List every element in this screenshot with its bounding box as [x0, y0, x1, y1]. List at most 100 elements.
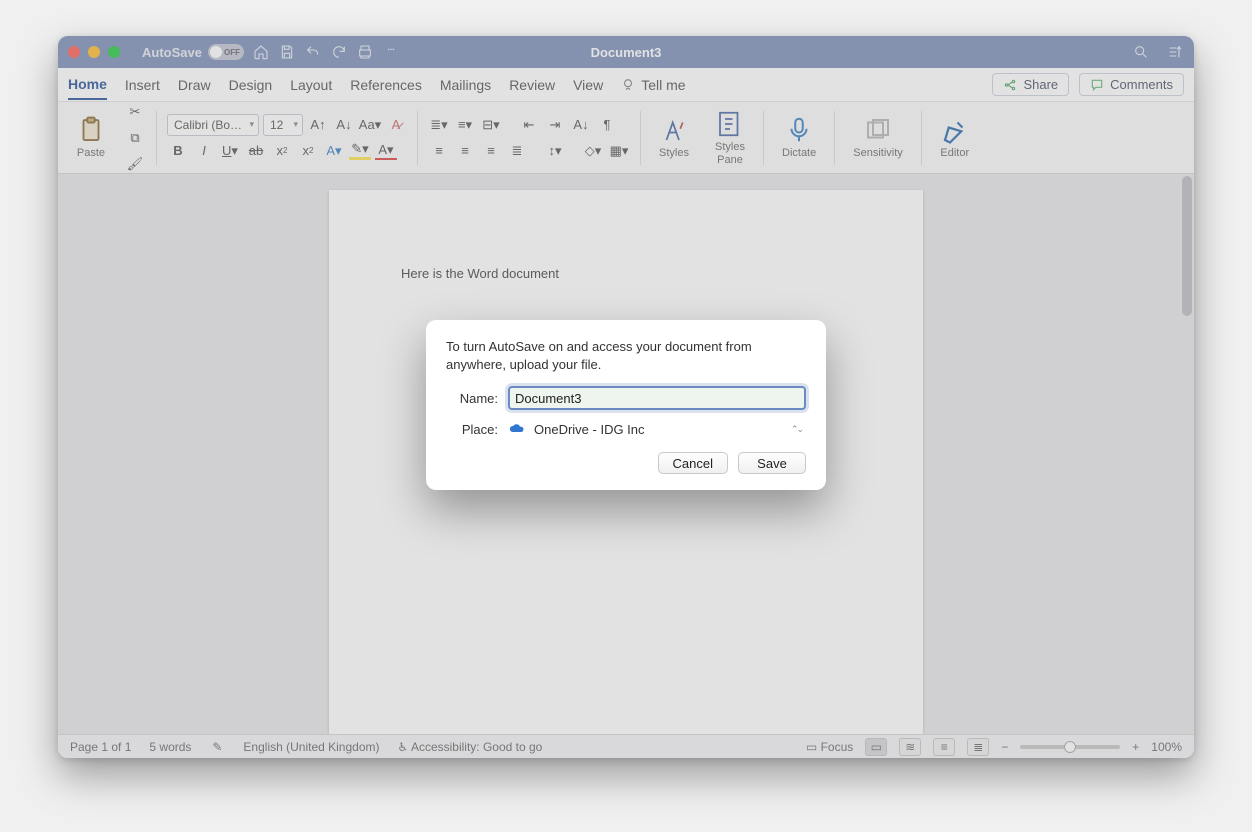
tell-me[interactable]: Tell me: [621, 77, 685, 93]
styles-pane-group[interactable]: Styles Pane: [707, 102, 753, 173]
numbering-icon[interactable]: ≡▾: [454, 114, 476, 136]
zoom-percent[interactable]: 100%: [1151, 740, 1182, 754]
name-label: Name:: [446, 391, 498, 406]
paragraph-group: ≣▾ ≡▾ ⊟▾ ⇤ ⇥ A↓ ¶ ≡ ≡ ≡ ≣ ↕▾ ◇▾ ▦▾: [428, 114, 630, 162]
tab-design[interactable]: Design: [229, 71, 273, 99]
redo-icon[interactable]: [330, 43, 348, 61]
save-button[interactable]: Save: [738, 452, 806, 474]
superscript-button[interactable]: x2: [297, 140, 319, 162]
bold-button[interactable]: B: [167, 140, 189, 162]
font-size-combo[interactable]: 12: [263, 114, 303, 136]
outline-view-icon[interactable]: ≡: [933, 738, 955, 756]
tab-insert[interactable]: Insert: [125, 71, 160, 99]
dialog-message: To turn AutoSave on and access your docu…: [446, 338, 806, 374]
justify-icon[interactable]: ≣: [506, 140, 528, 162]
accessibility-icon: ♿︎: [398, 740, 409, 754]
share-button[interactable]: Share: [992, 73, 1069, 96]
minimize-window-button[interactable]: [88, 46, 100, 58]
autosave-switch[interactable]: OFF: [208, 44, 244, 60]
tab-references[interactable]: References: [350, 71, 422, 99]
tab-home[interactable]: Home: [68, 70, 107, 100]
paste-label: Paste: [77, 147, 105, 159]
tab-review[interactable]: Review: [509, 71, 555, 99]
zoom-in-icon[interactable]: +: [1132, 740, 1139, 754]
editor-group[interactable]: Editor: [932, 102, 978, 173]
borders-icon[interactable]: ▦▾: [608, 140, 630, 162]
font-name-combo[interactable]: Calibri (Bo…: [167, 114, 259, 136]
vertical-scrollbar[interactable]: [1182, 176, 1192, 316]
ribbon-options-icon[interactable]: [1166, 43, 1184, 61]
sensitivity-label: Sensitivity: [853, 147, 903, 159]
home-icon[interactable]: [252, 43, 270, 61]
spellcheck-icon[interactable]: ✎: [209, 739, 225, 755]
align-center-icon[interactable]: ≡: [454, 140, 476, 162]
sensitivity-group: Sensitivity: [845, 102, 911, 173]
autosave-upload-dialog: To turn AutoSave on and access your docu…: [426, 320, 826, 490]
zoom-slider[interactable]: [1020, 745, 1120, 749]
grow-font-icon[interactable]: A↑: [307, 114, 329, 136]
status-page[interactable]: Page 1 of 1: [70, 740, 131, 754]
copy-icon[interactable]: ⧉: [124, 127, 146, 149]
place-select[interactable]: OneDrive - IDG Inc: [508, 418, 806, 440]
titlebar: AutoSave OFF Document3: [58, 36, 1194, 68]
align-left-icon[interactable]: ≡: [428, 140, 450, 162]
save-icon[interactable]: [278, 43, 296, 61]
tell-me-label: Tell me: [641, 77, 685, 93]
line-spacing-icon[interactable]: ↕▾: [544, 140, 566, 162]
change-case-icon[interactable]: Aa▾: [359, 114, 381, 136]
status-language[interactable]: English (United Kingdom): [243, 740, 379, 754]
font-color-icon[interactable]: A▾: [375, 141, 397, 160]
tab-mailings[interactable]: Mailings: [440, 71, 491, 99]
status-words[interactable]: 5 words: [149, 740, 191, 754]
tab-draw[interactable]: Draw: [178, 71, 211, 99]
status-accessibility[interactable]: ♿︎ Accessibility: Good to go: [398, 740, 543, 754]
zoom-window-button[interactable]: [108, 46, 120, 58]
font-group: Calibri (Bo… 12 A↑ A↓ Aa▾ A̷ B I U▾ ab x…: [167, 114, 407, 162]
window-controls: [68, 46, 120, 58]
bullets-icon[interactable]: ≣▾: [428, 114, 450, 136]
comments-label: Comments: [1110, 77, 1173, 92]
close-window-button[interactable]: [68, 46, 80, 58]
styles-pane-label: Styles Pane: [715, 141, 745, 165]
draft-view-icon[interactable]: ≣: [967, 738, 989, 756]
more-icon[interactable]: [382, 43, 400, 61]
clear-formatting-icon[interactable]: A̷: [385, 114, 407, 136]
show-marks-icon[interactable]: ¶: [596, 114, 618, 136]
undo-icon[interactable]: [304, 43, 322, 61]
focus-mode[interactable]: ▭ Focus: [806, 740, 853, 754]
cut-icon[interactable]: ✂: [124, 101, 146, 123]
comments-button[interactable]: Comments: [1079, 73, 1184, 96]
highlight-icon[interactable]: ✎▾: [349, 141, 371, 160]
increase-indent-icon[interactable]: ⇥: [544, 114, 566, 136]
print-layout-view-icon[interactable]: ▭: [865, 738, 887, 756]
underline-button[interactable]: U▾: [219, 140, 241, 162]
align-right-icon[interactable]: ≡: [480, 140, 502, 162]
shrink-font-icon[interactable]: A↓: [333, 114, 355, 136]
place-label: Place:: [446, 422, 498, 437]
print-icon[interactable]: [356, 43, 374, 61]
multilevel-icon[interactable]: ⊟▾: [480, 114, 502, 136]
ribbon: Paste ✂ ⧉ 🖌 Calibri (Bo… 12 A↑ A↓ Aa▾ A̷…: [58, 102, 1194, 174]
zoom-out-icon[interactable]: −: [1001, 740, 1008, 754]
ribbon-tab-strip: Home Insert Draw Design Layout Reference…: [58, 68, 1194, 102]
sort-icon[interactable]: A↓: [570, 114, 592, 136]
web-layout-view-icon[interactable]: ≋: [899, 738, 921, 756]
clipboard-aux: ✂ ⧉ 🖌: [124, 101, 146, 175]
tab-layout[interactable]: Layout: [290, 71, 332, 99]
styles-group[interactable]: Styles: [651, 102, 697, 173]
subscript-button[interactable]: x2: [271, 140, 293, 162]
search-icon[interactable]: [1132, 43, 1150, 61]
cancel-button[interactable]: Cancel: [658, 452, 728, 474]
text-effects-icon[interactable]: A▾: [323, 140, 345, 162]
italic-button[interactable]: I: [193, 140, 215, 162]
strikethrough-button[interactable]: ab: [245, 140, 267, 162]
decrease-indent-icon[interactable]: ⇤: [518, 114, 540, 136]
dictate-group[interactable]: Dictate: [774, 102, 824, 173]
tab-view[interactable]: View: [573, 71, 603, 99]
shading-icon[interactable]: ◇▾: [582, 140, 604, 162]
filename-input[interactable]: [508, 386, 806, 410]
format-painter-icon[interactable]: 🖌: [124, 153, 146, 175]
paste-group[interactable]: Paste: [68, 102, 114, 173]
share-label: Share: [1023, 77, 1058, 92]
autosave-toggle[interactable]: AutoSave OFF: [142, 44, 244, 60]
